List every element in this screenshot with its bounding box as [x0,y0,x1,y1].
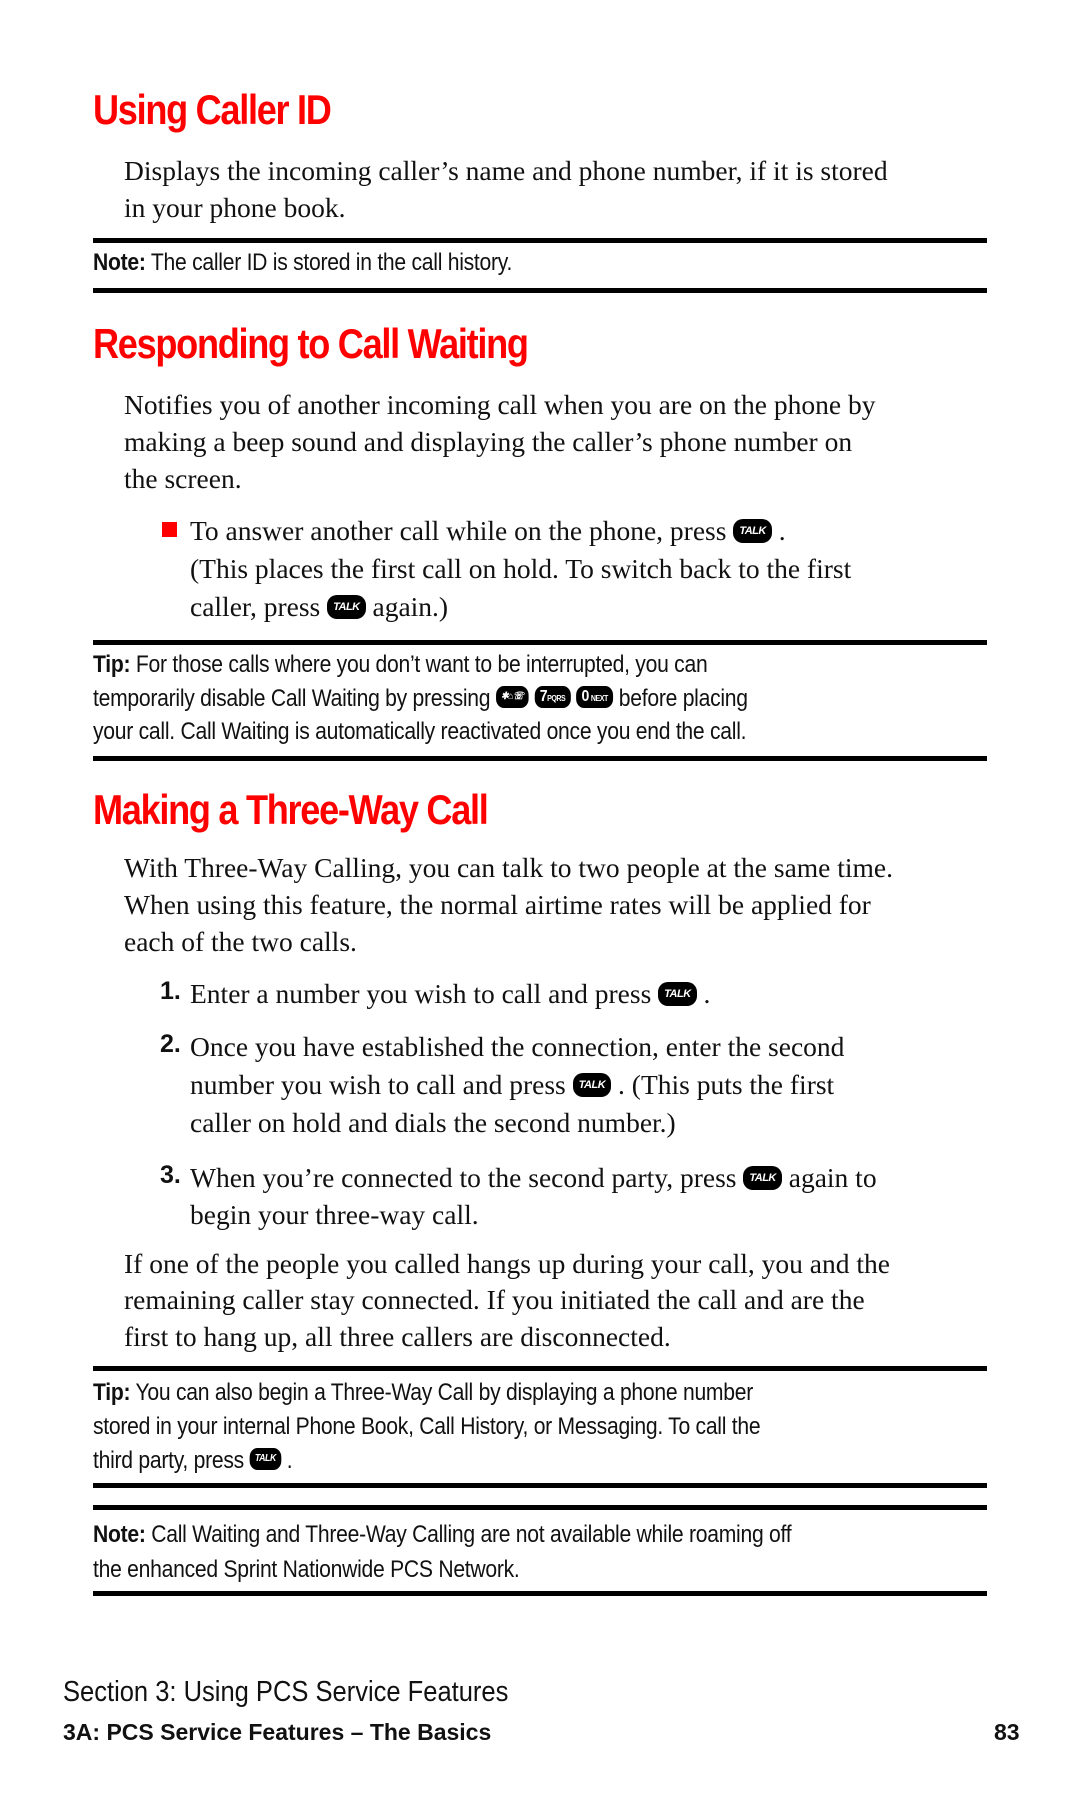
step-number: 3. [160,1161,181,1189]
tip-label: Tip: [93,651,131,678]
tip-text: . [286,1447,293,1474]
note-caller-id: Note: The caller ID is stored in the cal… [93,246,569,280]
step-text: again to [788,1162,877,1193]
bullet-line: (This places the first call on hold. To … [190,553,852,584]
rule-divider [93,1483,987,1488]
rule-divider [93,238,987,243]
star-key-icon: ✱⌂☏ [495,685,529,708]
tip-text: before placing [618,685,748,712]
tip-call-waiting: Tip: For those calls where you don’t wan… [93,648,791,682]
tip-three-way: Tip: You can also begin a Three-Way Call… [93,1376,843,1410]
step-text: . (This puts the first [618,1069,835,1100]
footer-chapter-title: 3A: PCS Service Features – The Basics [63,1719,492,1745]
body-text: each of the two calls. [124,926,357,957]
note-text: Call Waiting and Three-Way Calling are n… [145,1521,792,1548]
tip-line: your call. Call Waiting is automatically… [93,718,747,745]
step-text: Enter a number you wish to call and pres… [190,978,652,1009]
step-line: caller on hold and dials the second numb… [190,1107,676,1138]
rule-divider [93,756,987,761]
step-line: number you wish to call and press TALK .… [190,1066,834,1103]
talk-key-icon: TALK [733,518,772,543]
rule-divider [93,1505,987,1510]
talk-key-icon: TALK [572,1072,612,1097]
bullet-text: again.) [372,591,449,622]
body-text: making a beep sound and displaying the c… [124,426,853,457]
tip-text: third party, press [93,1447,244,1474]
heading-making-three-way-call: Making a Three-Way Call [93,786,489,833]
tip-text: temporarily disable Call Waiting by pres… [93,685,491,712]
body-text: If one of the people you called hangs up… [124,1248,890,1279]
rule-divider [93,288,987,293]
tip-label: Tip: [93,1379,131,1406]
seven-key-icon: 7PQRS [534,685,571,708]
bullet-line: caller, press TALK again.) [190,588,448,625]
step-text: When you’re connected to the second part… [190,1162,737,1193]
body-text: Notifies you of another incoming call wh… [124,389,876,420]
rule-divider [93,640,987,645]
talk-key-icon: TALK [327,594,366,619]
talk-key-icon: TALK [743,1165,782,1190]
tip-line: third party, press TALK . [93,1444,320,1478]
note-text: The caller ID is stored in the call hist… [145,249,513,276]
body-text: in your phone book. [124,192,346,223]
step-line: When you’re connected to the second part… [190,1159,877,1196]
rule-divider [93,1591,987,1596]
step-line: Enter a number you wish to call and pres… [190,975,710,1012]
step-number: 2. [160,1030,181,1058]
tip-line: temporarily disable Call Waiting by pres… [93,682,837,716]
step-line: begin your three-way call. [190,1199,479,1230]
heading-responding-to-call-waiting: Responding to Call Waiting [93,320,529,367]
bullet-square [162,522,177,537]
talk-key-icon: TALK [658,981,697,1006]
step-number: 1. [160,977,181,1005]
note-label: Note: [93,249,146,276]
talk-key-icon: TALK [249,1447,282,1470]
zero-key-icon: 0 NEXT [576,685,614,708]
tip-text: For those calls where you don’t want to … [130,651,708,678]
heading-using-caller-id: Using Caller ID [93,86,332,133]
body-text: Displays the incoming caller’s name and … [124,155,888,186]
tip-text: You can also begin a Three-Way Call by d… [130,1379,753,1406]
body-text: first to hang up, all three callers are … [124,1321,671,1352]
step-text: . [703,978,711,1009]
bullet-line: To answer another call while on the phon… [190,512,786,549]
page-number: 83 [994,1719,1020,1745]
footer-section-title: Section 3: Using PCS Service Features [63,1676,509,1708]
note-label: Note: [93,1521,146,1548]
note-roaming: Note: Call Waiting and Three-Way Calling… [93,1518,887,1552]
step-line: Once you have established the connection… [190,1031,845,1062]
bullet-text: To answer another call while on the phon… [190,515,727,546]
rule-divider [93,1366,987,1371]
step-text: number you wish to call and press [190,1069,566,1100]
body-text: With Three-Way Calling, you can talk to … [124,852,894,883]
body-text: When using this feature, the normal airt… [124,889,871,920]
body-text: the screen. [124,463,242,494]
tip-line: stored in your internal Phone Book, Call… [93,1413,761,1440]
bullet-text: caller, press [190,591,321,622]
note-line: the enhanced Sprint Nationwide PCS Netwo… [93,1556,520,1583]
body-text: remaining caller stay connected. If you … [124,1284,865,1315]
bullet-text: . [778,515,786,546]
